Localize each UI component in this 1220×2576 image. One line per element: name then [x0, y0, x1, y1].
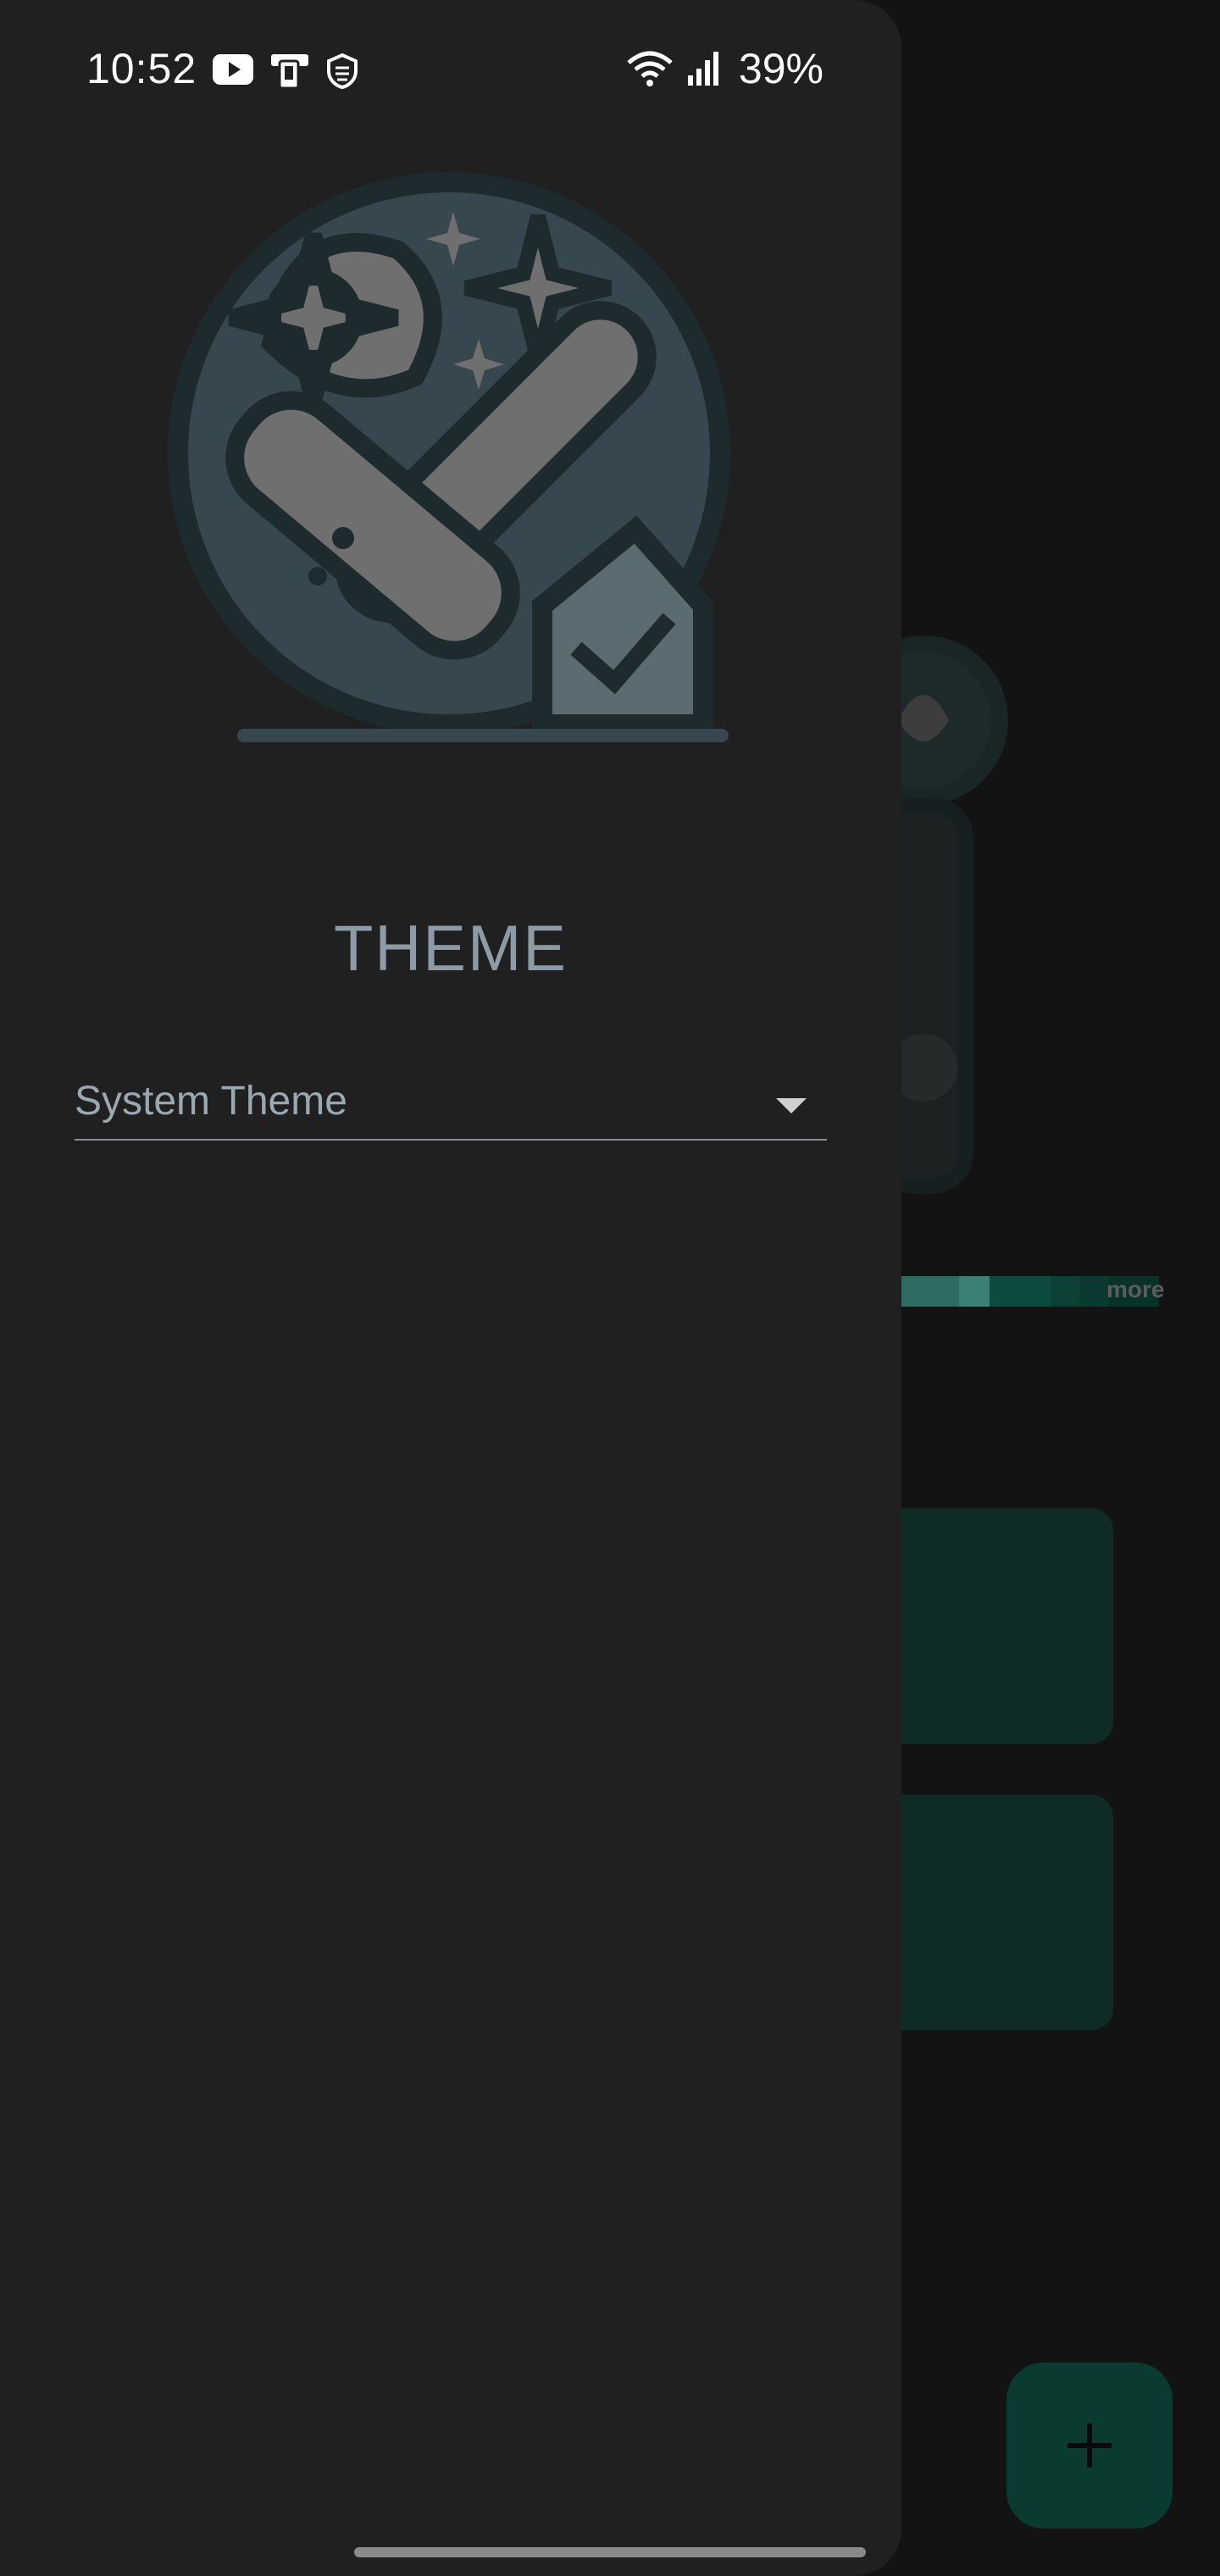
background-card[interactable] [881, 1795, 1113, 2030]
section-title: THEME [334, 913, 568, 985]
theme-drawer: 10:52 39% THEME System Theme [0, 0, 901, 2576]
plus-icon [1068, 2423, 1112, 2468]
status-bar: 10:52 39% [0, 0, 901, 149]
youtube-icon [213, 54, 253, 85]
theme-select-value: System Theme [75, 1079, 347, 1124]
battery-level: 39% [738, 45, 824, 92]
theme-illustration [168, 172, 730, 742]
more-link[interactable]: more [1106, 1276, 1164, 1303]
status-time: 10:52 [86, 45, 197, 92]
background-card[interactable] [881, 1508, 1113, 1744]
dropdown-arrow-icon[interactable] [776, 1098, 807, 1113]
home-indicator[interactable] [354, 2547, 866, 2557]
wifi-icon [627, 51, 673, 86]
signal-icon [687, 52, 718, 86]
device-icon [271, 54, 308, 90]
shield-icon [327, 53, 358, 90]
theme-select[interactable]: System Theme [75, 1071, 827, 1141]
add-button[interactable] [1006, 2362, 1173, 2529]
